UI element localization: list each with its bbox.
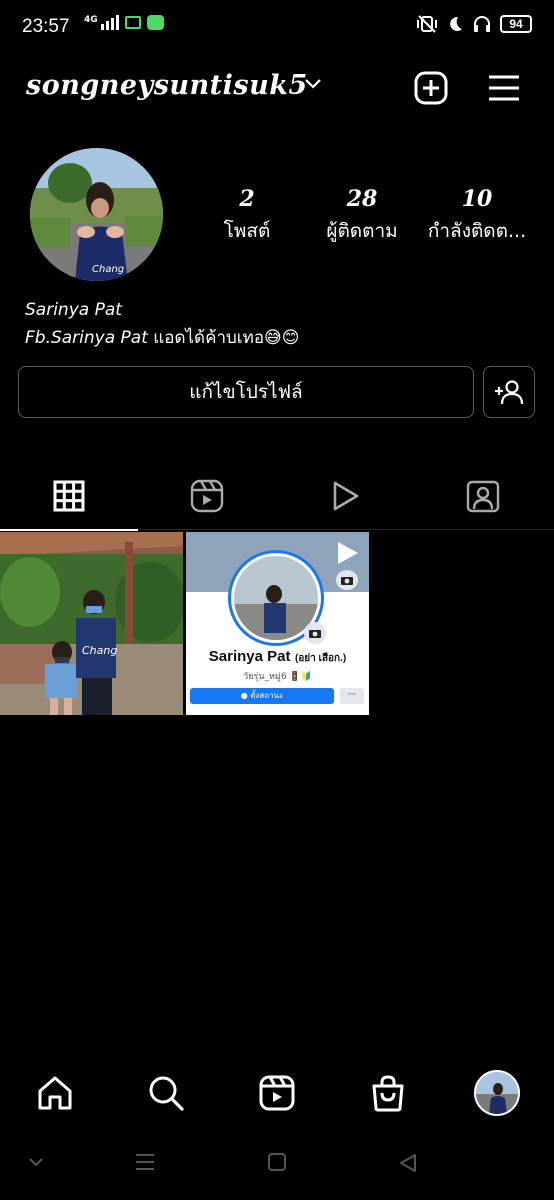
bottom-navigation (0, 1058, 554, 1128)
reels-icon (190, 479, 224, 513)
profile-avatar-small (474, 1070, 520, 1116)
bio-name: Sarinya Pat (25, 300, 122, 320)
add-person-icon (495, 380, 524, 405)
fb-name: Sarinya Pat (208, 648, 291, 665)
discover-people-button[interactable] (483, 366, 535, 418)
following-count-label: กำลังติดต... (427, 220, 527, 242)
fb-status-button-label: ตั้งสถานะ (250, 691, 284, 700)
fb-name-line: Sarinya Pat (อย่า เสือก.) (186, 648, 369, 666)
shop-icon (372, 1075, 404, 1112)
tagged-person-icon (466, 480, 500, 513)
posts-count-label: โพสต์ (223, 220, 271, 242)
tab-tagged[interactable] (414, 462, 552, 530)
posts-count[interactable]: 2 โพสต์ (214, 186, 280, 246)
username-title[interactable]: songneysuntisuk5 (26, 70, 308, 101)
tab-grid[interactable] (0, 462, 138, 531)
avatar-photo: Chang (30, 148, 163, 281)
signal-icon: 4G (84, 15, 119, 30)
following-count[interactable]: 10 กำลังติดต... (421, 186, 533, 246)
network-type-label: 4G (84, 15, 98, 25)
post-photo: Chang (0, 532, 183, 715)
svg-text:Chang: Chang (92, 264, 124, 275)
menu-button[interactable] (484, 68, 524, 108)
status-bar: 23:57 4G 94 (0, 0, 554, 56)
chevron-down-icon[interactable] (26, 1152, 46, 1172)
reels-icon (259, 1075, 295, 1111)
reel-play-icon (336, 540, 360, 570)
line-app-icon (146, 15, 164, 30)
profile-header: songneysuntisuk5 (0, 60, 554, 116)
hamburger-menu-icon (489, 75, 519, 101)
battery-indicator: 94 (500, 15, 532, 33)
nav-profile[interactable] (474, 1070, 520, 1116)
post-thumbnail[interactable]: Chang (0, 532, 183, 715)
app-notification-icon (124, 16, 141, 29)
grid-icon (53, 480, 85, 512)
fb-more-button: ··· (340, 688, 364, 704)
posts-count-value: 2 (239, 186, 255, 212)
profile-avatar[interactable]: Chang (30, 148, 163, 281)
chevron-down-icon[interactable] (304, 78, 322, 90)
search-icon (149, 1076, 184, 1111)
video-play-icon (333, 481, 359, 511)
bio-fb-handle: Fb.Sarinya Pat (25, 328, 148, 348)
headphones-icon (474, 16, 490, 32)
reel-thumbnail[interactable]: Sarinya Pat (อย่า เสือก.) วัยรุ่น_หมู่6 … (186, 532, 369, 715)
bio-text: Fb.Sarinya Pat แอดได้ค้าบเทอ😅😊 (25, 324, 299, 351)
svg-text:Chang: Chang (82, 644, 117, 657)
recent-apps-icon[interactable] (134, 1152, 156, 1172)
followers-count-label: ผู้ติดตาม (326, 220, 398, 242)
moon-icon (450, 16, 462, 31)
nav-home[interactable] (32, 1070, 78, 1116)
profile-tabs (0, 462, 554, 531)
bio-message: แอดได้ค้าบเทอ😅😊 (147, 328, 300, 348)
back-triangle-icon[interactable] (397, 1152, 419, 1174)
cover-camera-icon (336, 570, 358, 590)
plus-square-icon (414, 71, 448, 105)
vibrate-icon (417, 15, 437, 33)
following-count-value: 10 (461, 186, 493, 212)
camera-icon (304, 622, 326, 644)
followers-count[interactable]: 28 ผู้ติดตาม (318, 186, 406, 246)
status-time: 23:57 (22, 16, 70, 37)
fb-name-suffix: (อย่า เสือก.) (294, 653, 347, 664)
nav-search[interactable] (143, 1070, 189, 1116)
tab-reels[interactable] (138, 462, 276, 530)
followers-count-value: 28 (346, 186, 378, 212)
nav-shop[interactable] (365, 1070, 411, 1116)
new-post-button[interactable] (411, 68, 451, 108)
fb-subtitle: วัยรุ่น_หมู่6 🚦🔰 (243, 672, 312, 682)
nav-reels[interactable] (254, 1070, 300, 1116)
home-square-icon[interactable] (267, 1152, 287, 1172)
home-icon (38, 1076, 72, 1110)
edit-profile-button[interactable]: แก้ไขโปรไฟล์ (18, 366, 474, 418)
tab-videos[interactable] (276, 462, 414, 530)
system-navigation-bar (0, 1140, 554, 1186)
fb-status-button: ● ตั้งสถานะ (190, 688, 334, 704)
